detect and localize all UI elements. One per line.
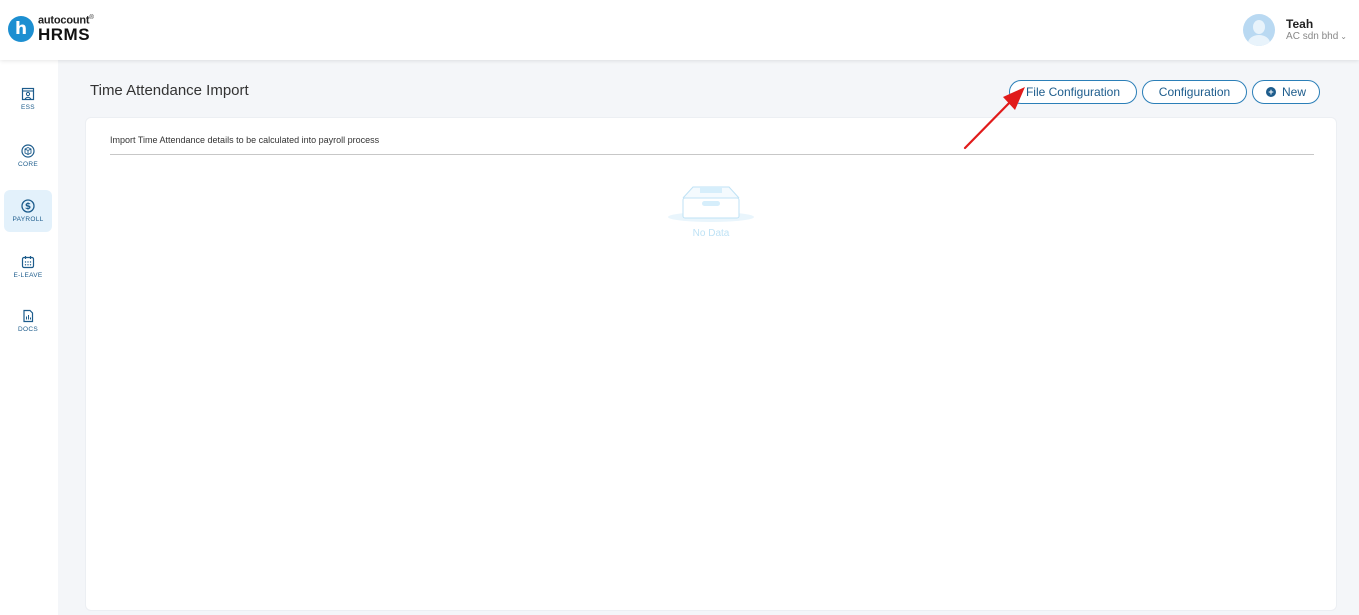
sidebar-item-payroll[interactable]: $ PAYROLL bbox=[4, 190, 52, 232]
empty-state-text: No Data bbox=[692, 228, 730, 239]
top-bar: h autocount® HRMS Teah AC sdn bhd ⌄ bbox=[0, 0, 1359, 60]
page-description: Import Time Attendance details to be cal… bbox=[110, 135, 380, 145]
avatar bbox=[1243, 14, 1276, 46]
new-button-label: New bbox=[1281, 85, 1306, 99]
user-name: Teah bbox=[1286, 17, 1314, 31]
user-menu[interactable]: Teah AC sdn bhd ⌄ bbox=[1243, 14, 1347, 46]
configuration-button[interactable]: Configuration bbox=[1142, 80, 1247, 104]
sidebar-item-label: CORE bbox=[18, 161, 38, 168]
sidebar-item-docs[interactable]: DOCS bbox=[4, 300, 52, 342]
docs-icon bbox=[23, 309, 34, 323]
ess-icon bbox=[21, 87, 35, 101]
sidebar-item-core[interactable]: CORE bbox=[4, 135, 52, 177]
chevron-down-icon: ⌄ bbox=[1340, 32, 1347, 41]
sidebar: ESS CORE $ PAYROLL E-LEAVE DOCS bbox=[0, 60, 58, 615]
calendar-icon bbox=[21, 256, 35, 269]
plus-circle-icon: + bbox=[1265, 87, 1276, 97]
sidebar-item-label: E-LEAVE bbox=[13, 272, 43, 279]
sidebar-item-label: ESS bbox=[21, 104, 35, 111]
app-logo[interactable]: h autocount® HRMS bbox=[8, 15, 94, 43]
divider bbox=[110, 154, 1314, 155]
sidebar-item-label: PAYROLL bbox=[12, 216, 44, 223]
user-company: AC sdn bhd bbox=[1286, 31, 1339, 42]
payroll-icon: $ bbox=[21, 199, 35, 213]
core-icon bbox=[21, 144, 35, 158]
svg-text:$: $ bbox=[25, 202, 31, 212]
empty-box-icon bbox=[668, 186, 754, 222]
user-company-line: AC sdn bhd ⌄ bbox=[1286, 31, 1347, 43]
content-card: Import Time Attendance details to be cal… bbox=[85, 117, 1337, 611]
page-title: Time Attendance Import bbox=[90, 82, 249, 99]
file-configuration-button[interactable]: File Configuration bbox=[1009, 80, 1137, 104]
sidebar-item-label: DOCS bbox=[18, 326, 38, 333]
sidebar-item-ess[interactable]: ESS bbox=[4, 78, 52, 120]
logo-text: autocount® HRMS bbox=[38, 15, 94, 43]
user-info: Teah AC sdn bhd ⌄ bbox=[1286, 17, 1347, 43]
new-button[interactable]: + New bbox=[1252, 80, 1320, 104]
empty-state: No Data bbox=[666, 184, 756, 239]
sidebar-item-e-leave[interactable]: E-LEAVE bbox=[4, 246, 52, 288]
logo-mark-icon: h bbox=[8, 15, 34, 42]
logo-bottom-text: HRMS bbox=[38, 24, 91, 44]
